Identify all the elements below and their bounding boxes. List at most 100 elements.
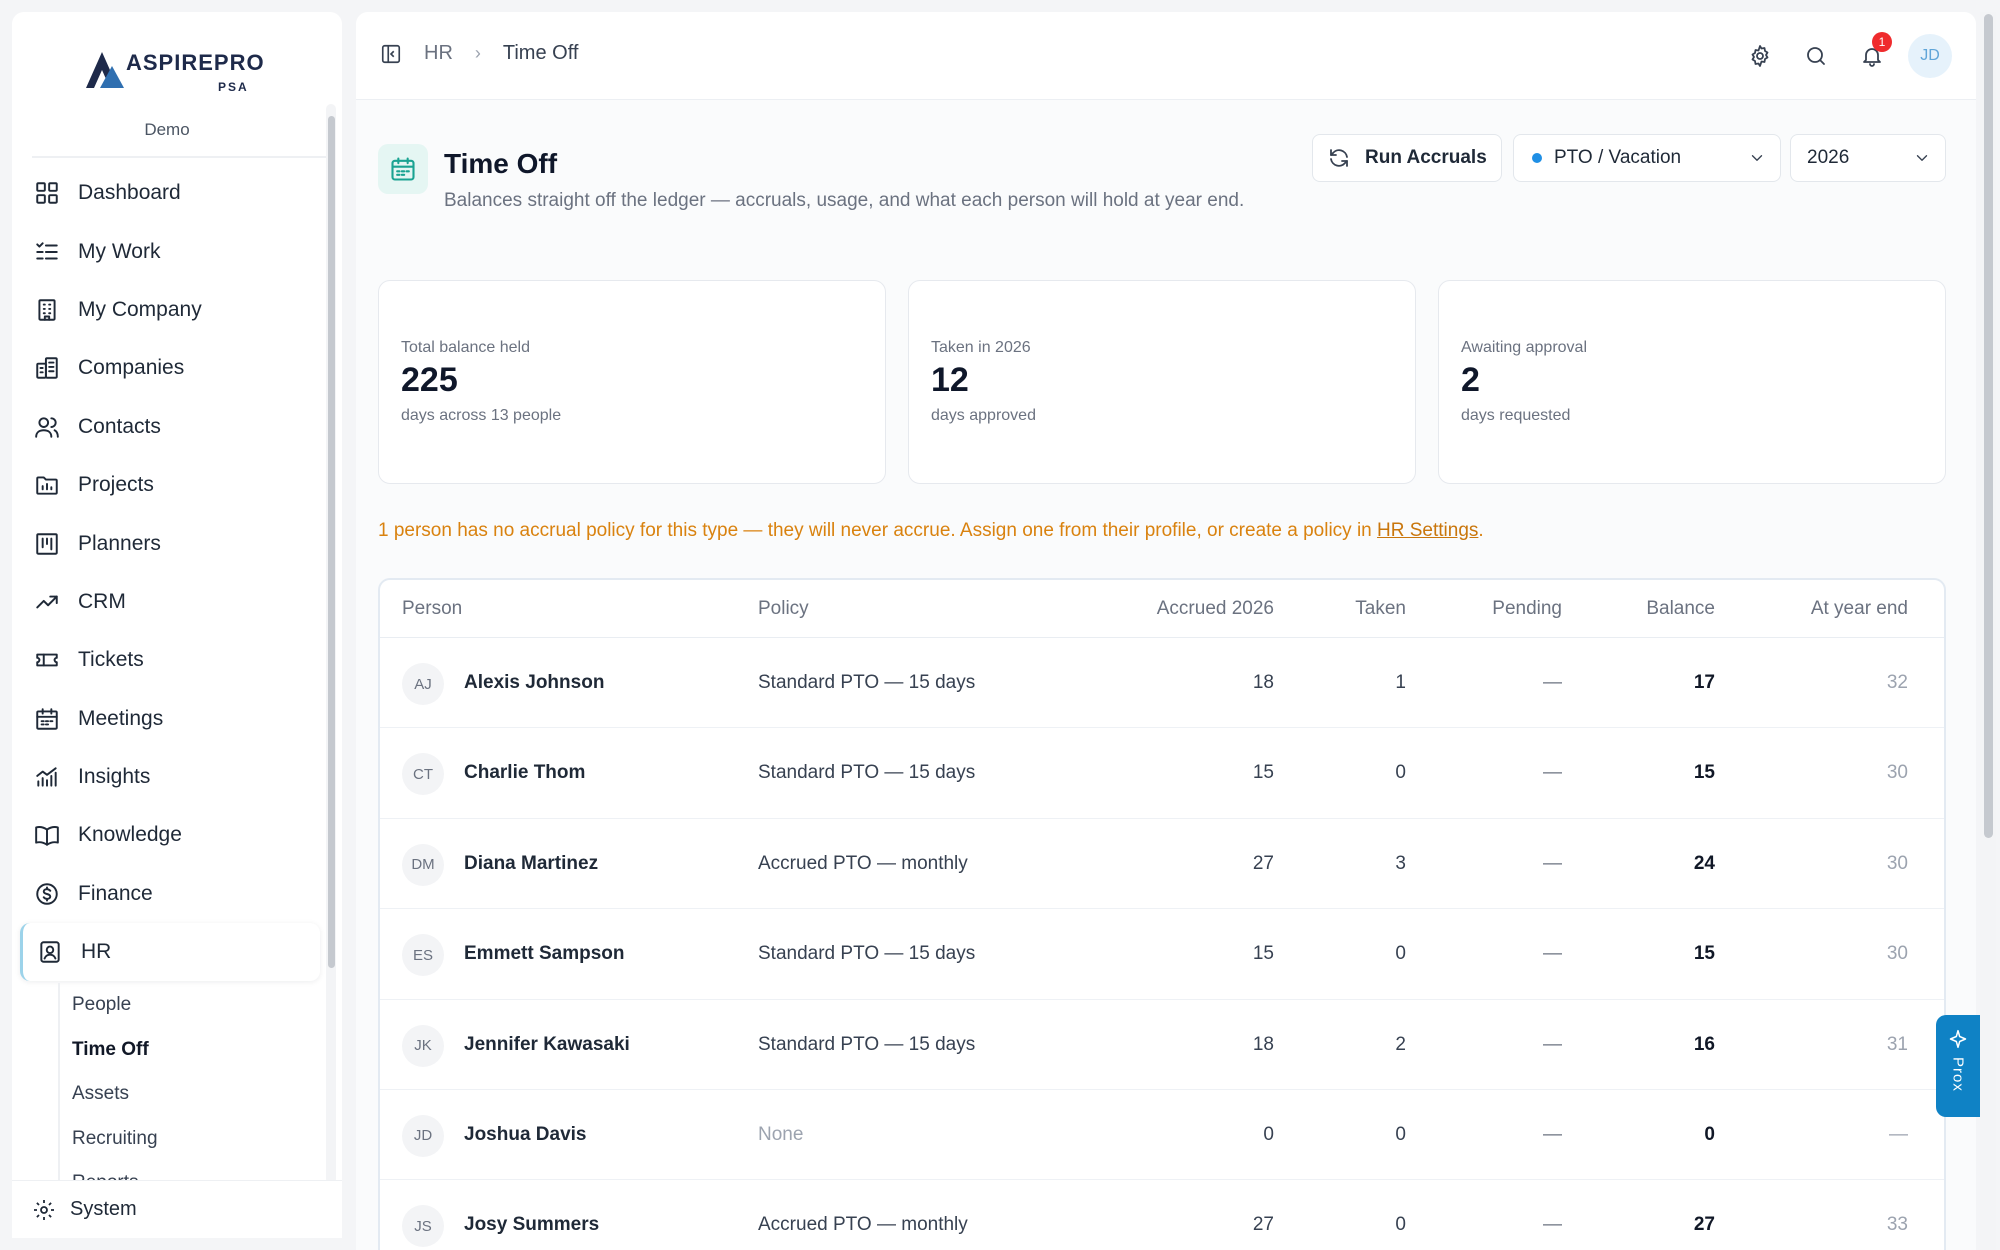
notifications-button[interactable]: 1 xyxy=(1850,32,1894,78)
sidebar-item-label: Dashboard xyxy=(78,181,181,205)
subnav-item-assets[interactable]: Assets xyxy=(60,1072,318,1117)
settings-button[interactable] xyxy=(1738,34,1782,78)
sidebar-item-dashboard[interactable]: Dashboard xyxy=(20,164,320,222)
year-end-cell: 30 xyxy=(1886,943,1908,965)
person-name[interactable]: Diana Martinez xyxy=(464,853,598,875)
table-row[interactable]: AJ Alexis Johnson Standard PTO — 15 days 18… xyxy=(380,638,1944,729)
sidebar-item-knowledge[interactable]: Knowledge xyxy=(20,806,320,864)
search-button[interactable] xyxy=(1794,34,1838,78)
table-row[interactable]: ES Emmett Sampson Standard PTO — 15 days 15… xyxy=(380,909,1944,1000)
column-header-person[interactable]: Person xyxy=(402,598,462,620)
sidebar-item-contacts[interactable]: Contacts xyxy=(20,398,320,456)
sidebar-item-companies[interactable]: Companies xyxy=(20,339,320,397)
type-color-dot xyxy=(1532,153,1542,163)
warning-tail: . xyxy=(1478,520,1484,541)
gear-icon xyxy=(34,1199,54,1220)
dollar-circle-icon xyxy=(36,883,58,905)
column-header-accrued[interactable]: Accrued 2026 xyxy=(1154,598,1274,620)
sidebar-toggle-icon[interactable] xyxy=(380,43,402,65)
column-header-year-end[interactable]: At year end xyxy=(1760,598,1908,620)
stat-label: Taken in 2026 xyxy=(931,339,1031,356)
subnav-item-time-off[interactable]: Time Off xyxy=(60,1028,318,1073)
accrued-cell: 0 xyxy=(1263,1123,1274,1145)
sidebar-item-label: Finance xyxy=(78,881,153,905)
system-button[interactable]: System xyxy=(12,1180,342,1238)
year-select[interactable]: 2026 xyxy=(1790,134,1946,182)
taken-cell: 0 xyxy=(1395,762,1406,784)
prox-assistant-button[interactable]: Prox xyxy=(1936,1015,1980,1117)
prox-label: Prox xyxy=(1949,1057,1967,1092)
table-header: Person Policy Accrued 2026 Taken Pending… xyxy=(380,580,1944,638)
taken-cell: 0 xyxy=(1395,1214,1406,1236)
list-check-icon xyxy=(36,241,58,260)
column-header-balance[interactable]: Balance xyxy=(1595,598,1715,620)
org-name[interactable]: Demo xyxy=(12,120,322,140)
person-name[interactable]: Jennifer Kawasaki xyxy=(464,1034,630,1056)
sidebar-item-label: My Work xyxy=(78,239,161,263)
id-badge-icon xyxy=(40,941,60,963)
table-row[interactable]: JK Jennifer Kawasaki Standard PTO — 15 day… xyxy=(380,1000,1944,1090)
sidebar-item-hr[interactable]: HR xyxy=(20,923,320,982)
person-name[interactable]: Josy Summers xyxy=(464,1214,599,1236)
pending-cell: — xyxy=(1543,762,1562,784)
taken-cell: 0 xyxy=(1395,1123,1406,1145)
sidebar-item-label: Tickets xyxy=(78,648,144,672)
policy-cell: Standard PTO — 15 days xyxy=(758,672,976,693)
sidebar-item-meetings[interactable]: Meetings xyxy=(20,690,320,748)
sidebar-item-label: Contacts xyxy=(78,414,161,438)
person-initials: CT xyxy=(402,753,444,796)
table-row[interactable]: JD Joshua Davis None 0 0 — 0 — xyxy=(380,1090,1944,1181)
accrued-cell: 27 xyxy=(1252,852,1274,874)
sidebar-item-label: HR xyxy=(81,940,112,964)
sidebar-item-planners[interactable]: Planners xyxy=(20,514,320,572)
year-end-cell: 31 xyxy=(1886,1033,1908,1055)
bar-chart-icon xyxy=(36,767,57,787)
trend-up-icon xyxy=(36,595,58,609)
building-icon xyxy=(38,299,56,321)
stat-card-taken: Taken in 2026 12 days approved xyxy=(908,280,1416,484)
sidebar: ASPIREPRO PSA Demo Dashboard My Work My … xyxy=(12,12,342,1238)
accrued-cell: 27 xyxy=(1252,1214,1274,1236)
sidebar-item-insights[interactable]: Insights xyxy=(20,748,320,806)
run-accruals-button[interactable]: Run Accruals xyxy=(1312,134,1502,182)
sidebar-item-my-work[interactable]: My Work xyxy=(20,222,320,280)
sparkle-icon xyxy=(1949,1029,1967,1049)
brand-logo[interactable]: ASPIREPRO PSA xyxy=(72,34,372,104)
hr-settings-link[interactable]: HR Settings xyxy=(1377,520,1478,541)
sidebar-item-projects[interactable]: Projects xyxy=(20,456,320,514)
person-name[interactable]: Alexis Johnson xyxy=(464,672,604,694)
chevron-down-icon xyxy=(1916,155,1928,161)
time-off-type-select[interactable]: PTO / Vacation xyxy=(1513,134,1781,182)
topbar-actions: 1 JD xyxy=(1726,32,1952,78)
avatar[interactable]: JD xyxy=(1908,34,1952,78)
sidebar-item-my-company[interactable]: My Company xyxy=(20,281,320,339)
sidebar-item-tickets[interactable]: Tickets xyxy=(20,631,320,689)
balance-cell: 0 xyxy=(1704,1123,1715,1145)
column-header-taken[interactable]: Taken xyxy=(1286,598,1406,620)
policy-cell: Standard PTO — 15 days xyxy=(758,1033,976,1055)
main-scroll-thumb[interactable] xyxy=(1984,14,1993,838)
table-row[interactable]: JS Josy Summers Accrued PTO — monthly 27 0 — 2… xyxy=(380,1180,1944,1250)
table-row[interactable]: CT Charlie Thom Standard PTO — 15 days 15 0 —… xyxy=(380,728,1944,819)
page-subtitle: Balances straight off the ledger — accru… xyxy=(444,190,1245,211)
accrued-cell: 15 xyxy=(1252,943,1274,965)
pending-cell: — xyxy=(1543,1123,1562,1145)
person-name[interactable]: Joshua Davis xyxy=(464,1124,587,1146)
breadcrumb-hr[interactable]: HR xyxy=(424,42,453,65)
year-value: 2026 xyxy=(1807,147,1850,168)
column-header-policy[interactable]: Policy xyxy=(758,598,809,620)
person-name[interactable]: Charlie Thom xyxy=(464,762,585,784)
accrual-policy-warning: 1 person has no accrual policy for this … xyxy=(378,520,1484,542)
taken-cell: 0 xyxy=(1395,943,1406,965)
subnav-item-people[interactable]: People xyxy=(60,983,318,1028)
sidebar-item-finance[interactable]: Finance xyxy=(20,865,320,923)
policy-cell: Standard PTO — 15 days xyxy=(758,943,976,965)
table-row[interactable]: DM Diana Martinez Accrued PTO — monthly 27 3… xyxy=(380,819,1944,910)
kanban-icon xyxy=(36,532,58,555)
subnav-item-recruiting[interactable]: Recruiting xyxy=(60,1117,318,1162)
pending-cell: — xyxy=(1543,943,1562,965)
column-header-pending[interactable]: Pending xyxy=(1442,598,1562,620)
sidebar-item-crm[interactable]: CRM xyxy=(20,573,320,631)
person-name[interactable]: Emmett Sampson xyxy=(464,943,624,965)
sidebar-scroll-thumb[interactable] xyxy=(328,116,335,968)
